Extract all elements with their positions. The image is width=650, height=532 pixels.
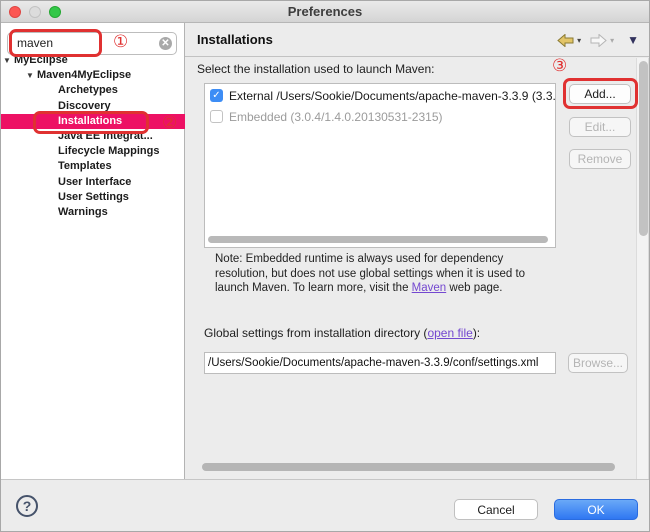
- history-nav: ▾ ▾ ▼: [557, 33, 639, 47]
- maven-link[interactable]: Maven: [412, 282, 447, 294]
- tree-item-label: Templates: [58, 160, 112, 172]
- tree-item-label: Maven4MyEclipse: [37, 69, 131, 81]
- annotation-box-add: [563, 78, 638, 109]
- help-button[interactable]: ?: [16, 495, 38, 517]
- title-bar: Preferences: [1, 1, 649, 23]
- tree-item-lifecycle-mappings[interactable]: Lifecycle Mappings: [1, 144, 185, 159]
- tree-item-label: Archetypes: [58, 84, 118, 96]
- tree-item-label: User Interface: [58, 176, 131, 188]
- global-settings-label-text: Global settings from installation direct…: [204, 326, 427, 340]
- expand-triangle-icon[interactable]: ▼: [3, 53, 11, 68]
- global-settings-label: Global settings from installation direct…: [204, 326, 480, 340]
- forward-arrow-icon[interactable]: [590, 34, 607, 47]
- annotation-box-search: [9, 29, 102, 57]
- page-title: Installations: [197, 23, 273, 56]
- dialog-footer: ? Cancel OK: [1, 479, 650, 532]
- window-title: Preferences: [1, 1, 649, 22]
- installations-list: ✓ External /Users/Sookie/Documents/apach…: [204, 83, 556, 248]
- checkbox-unchecked-icon[interactable]: [210, 110, 223, 123]
- list-item-external[interactable]: ✓ External /Users/Sookie/Documents/apach…: [205, 88, 555, 105]
- annotation-box-installations: [33, 111, 149, 134]
- panel-header: Installations ▾ ▾ ▼: [185, 23, 650, 57]
- settings-path-field[interactable]: /Users/Sookie/Documents/apache-maven-3.3…: [204, 352, 556, 374]
- tree-item-user-settings[interactable]: User Settings: [1, 190, 185, 205]
- tree-item-templates[interactable]: Templates: [1, 159, 185, 174]
- back-history-dropdown-icon[interactable]: ▾: [577, 36, 581, 45]
- tree-item-warnings[interactable]: Warnings: [1, 205, 185, 220]
- list-horizontal-scrollbar[interactable]: [208, 236, 548, 243]
- preferences-window: Preferences maven ✕ ▼ MyEclipse ▼ Maven4…: [0, 0, 650, 532]
- preferences-sidebar: maven ✕ ▼ MyEclipse ▼ Maven4MyEclipse Ar…: [1, 23, 185, 479]
- ok-button[interactable]: OK: [554, 499, 638, 520]
- zoom-button[interactable]: [49, 6, 61, 18]
- tree-item-label: Warnings: [58, 206, 108, 218]
- back-arrow-icon[interactable]: [557, 34, 574, 47]
- close-button[interactable]: [9, 6, 21, 18]
- expand-triangle-icon[interactable]: ▼: [26, 68, 34, 83]
- view-menu-icon[interactable]: ▼: [627, 33, 639, 47]
- tree-item-label: Lifecycle Mappings: [58, 145, 159, 157]
- forward-history-dropdown-icon[interactable]: ▾: [610, 36, 614, 45]
- tree-item-label: User Settings: [58, 191, 129, 203]
- installation-label: External /Users/Sookie/Documents/apache-…: [229, 89, 555, 103]
- browse-button[interactable]: Browse...: [568, 353, 628, 373]
- tree-item-user-interface[interactable]: User Interface: [1, 175, 185, 190]
- tree-item-archetypes[interactable]: Archetypes: [1, 83, 185, 98]
- checkbox-checked-icon[interactable]: ✓: [210, 89, 223, 102]
- tree-item-label: Discovery: [58, 100, 111, 112]
- annotation-step-2: ②: [162, 114, 177, 131]
- panel-vertical-scrollbar[interactable]: [636, 58, 649, 479]
- list-item-embedded[interactable]: Embedded (3.0.4/1.4.0.20130531-2315): [205, 109, 555, 126]
- edit-button[interactable]: Edit...: [569, 117, 631, 137]
- open-file-link[interactable]: open file: [427, 326, 472, 340]
- installation-label: Embedded (3.0.4/1.4.0.20130531-2315): [229, 110, 443, 124]
- annotation-step-3: ③: [552, 57, 567, 74]
- vertical-scrollbar-thumb[interactable]: [639, 61, 648, 236]
- preferences-tree: ▼ MyEclipse ▼ Maven4MyEclipse Archetypes…: [1, 53, 185, 220]
- annotation-step-1: ①: [113, 33, 128, 50]
- note-text-after: web page.: [446, 282, 502, 294]
- global-settings-label-suffix: ):: [473, 326, 480, 340]
- cancel-button[interactable]: Cancel: [454, 499, 538, 520]
- search-clear-icon[interactable]: ✕: [159, 37, 172, 50]
- embedded-runtime-note: Note: Embedded runtime is always used fo…: [215, 252, 553, 296]
- tree-item-maven4myeclipse[interactable]: ▼ Maven4MyEclipse: [1, 68, 185, 83]
- select-installation-label: Select the installation used to launch M…: [197, 62, 434, 76]
- minimize-button[interactable]: [29, 6, 41, 18]
- panel-horizontal-scrollbar[interactable]: [202, 463, 615, 471]
- remove-button[interactable]: Remove: [569, 149, 631, 169]
